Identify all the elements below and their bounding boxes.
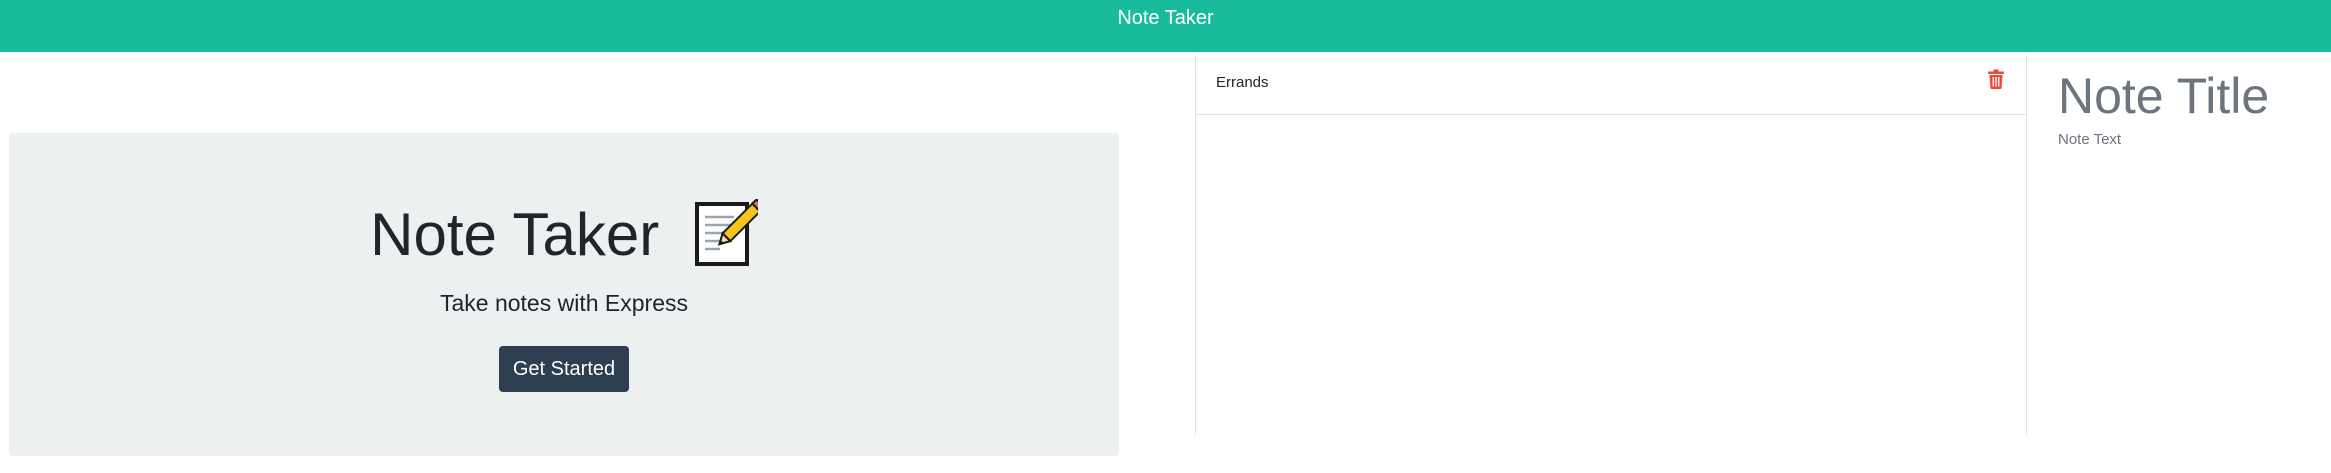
page-title-text: Note Taker [370, 201, 660, 269]
jumbotron: Note Taker Take notes with Express Get S… [9, 133, 1119, 456]
note-editor [2028, 55, 2331, 435]
note-title[interactable]: Errands [1216, 73, 1269, 93]
trash-icon[interactable] [1988, 69, 2004, 89]
page-subtitle: Take notes with Express [439, 290, 688, 316]
navbar: Note Taker [0, 0, 2331, 52]
memo-icon [694, 198, 766, 267]
note-text-input[interactable] [2058, 130, 2328, 410]
list-item[interactable]: Errands [1196, 55, 2026, 115]
note-title-input[interactable] [2058, 59, 2331, 133]
get-started-button[interactable]: Get Started [499, 346, 629, 392]
navbar-brand[interactable]: Note Taker [0, 5, 2331, 31]
notes-list: Errands [1195, 55, 2027, 435]
page-title: Note Taker [9, 195, 1119, 271]
